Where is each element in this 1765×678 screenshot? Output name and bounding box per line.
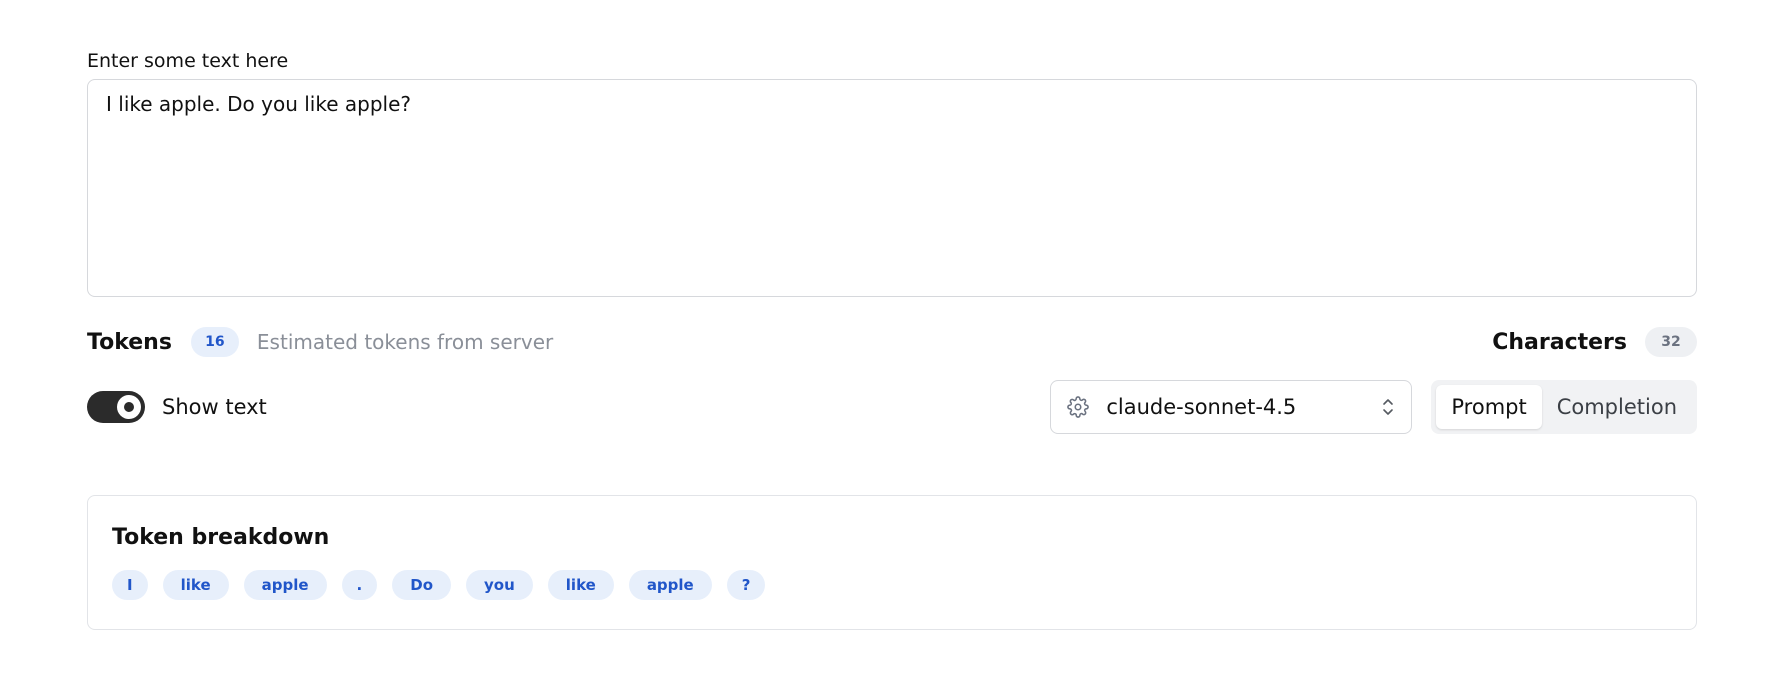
show-text-toggle[interactable]	[87, 391, 145, 423]
estimated-tokens-note: Estimated tokens from server	[256, 330, 554, 354]
show-text-label: Show text	[162, 395, 267, 419]
token-breakdown-title: Token breakdown	[112, 525, 330, 550]
toggle-knob	[117, 395, 141, 419]
model-name: claude-sonnet-4.5	[1106, 395, 1297, 419]
controls-row: Show text claude-sonnet-4.5 Prompt Compl…	[87, 380, 1697, 434]
token-chip: Do	[392, 570, 452, 600]
stats-row: Tokens 16 Estimated tokens from server C…	[87, 326, 1697, 358]
model-select[interactable]: claude-sonnet-4.5	[1050, 380, 1413, 434]
gear-icon	[1067, 396, 1090, 418]
token-chip: like	[547, 570, 614, 600]
token-breakdown-card: Token breakdown I like apple . Do you li…	[87, 495, 1697, 630]
mode-switch: Prompt Completion	[1431, 380, 1697, 434]
mode-completion-button[interactable]: Completion	[1542, 385, 1692, 429]
characters-count-badge: 32	[1645, 327, 1697, 357]
tokens-label: Tokens	[87, 329, 172, 355]
show-text-toggle-group[interactable]: Show text	[87, 391, 267, 423]
token-chip: .	[341, 570, 378, 600]
token-chip-list: I like apple . Do you like apple ?	[112, 570, 1672, 600]
token-chip: apple	[628, 570, 712, 600]
chevron-up-down-icon	[1381, 396, 1395, 418]
token-chip: I	[112, 570, 148, 600]
right-controls: claude-sonnet-4.5 Prompt Completion	[1050, 380, 1697, 434]
tokenizer-panel: Enter some text here I like apple. Do yo…	[87, 46, 1697, 630]
text-input-label: Enter some text here	[87, 50, 289, 72]
token-chip: apple	[243, 570, 327, 600]
characters-stat: Characters 32	[1492, 327, 1697, 357]
mode-prompt-button[interactable]: Prompt	[1436, 385, 1542, 429]
text-input[interactable]: I like apple. Do you like apple?	[87, 79, 1697, 297]
tokens-count-badge: 16	[190, 327, 239, 357]
token-chip: like	[162, 570, 229, 600]
toggle-knob-dot	[124, 402, 134, 412]
token-chip: you	[466, 570, 533, 600]
characters-label: Characters	[1492, 329, 1627, 355]
tokens-stat: Tokens 16 Estimated tokens from server	[87, 327, 553, 357]
token-chip: ?	[726, 570, 766, 600]
